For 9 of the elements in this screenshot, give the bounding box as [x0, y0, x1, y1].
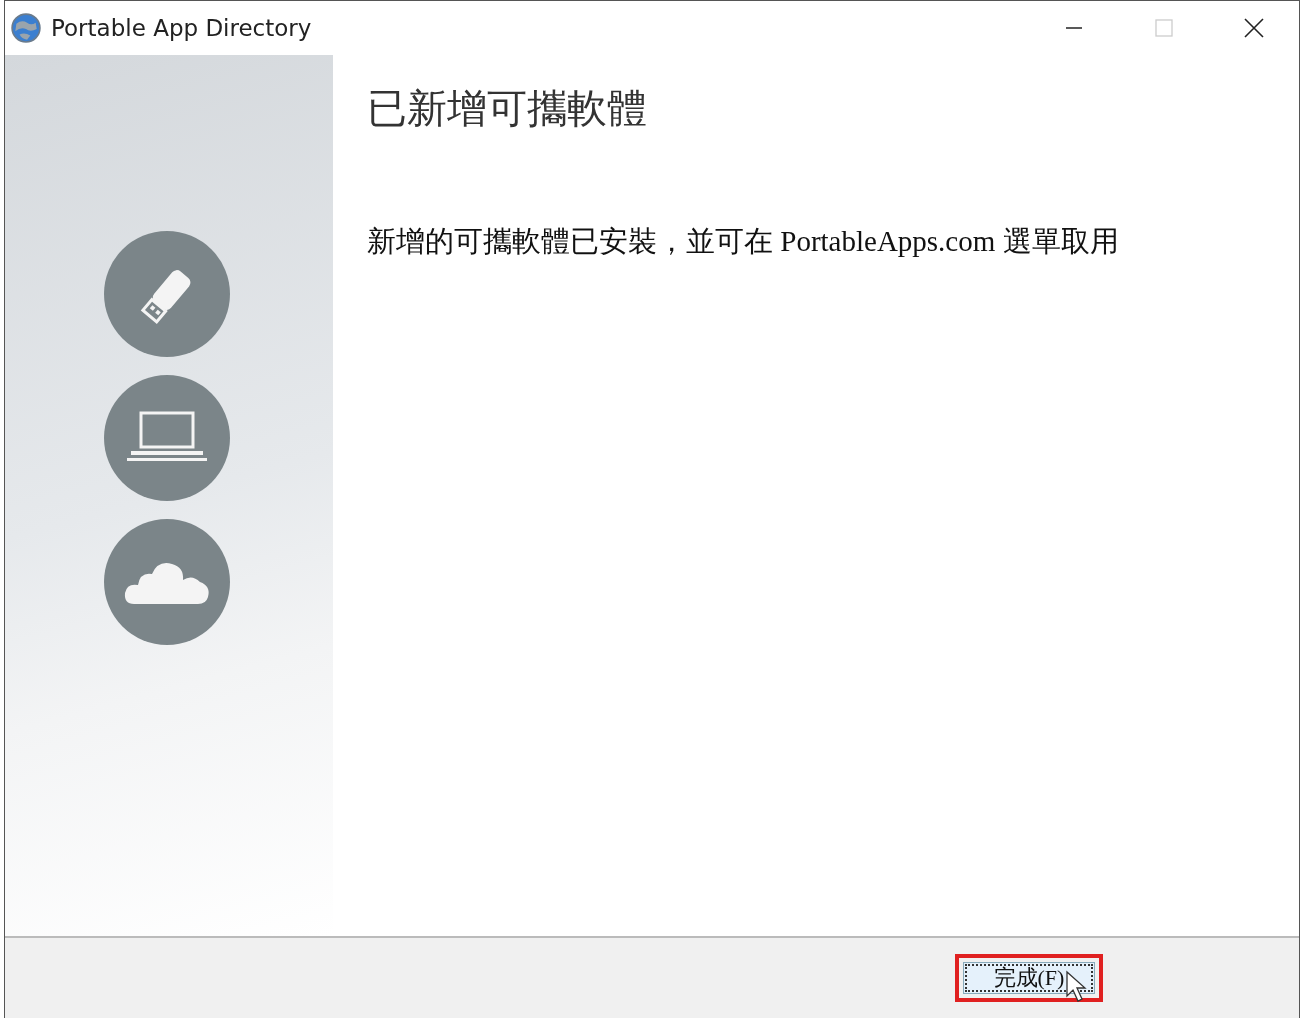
minimize-icon: [1064, 27, 1084, 29]
message-text: 新增的可攜軟體已安裝，並可在 PortableApps.com 選單取用: [367, 224, 1119, 259]
mouse-pointer-icon: [1065, 970, 1089, 1004]
window-title: Portable App Directory: [51, 15, 312, 41]
page-heading: 已新增可攜軟體: [367, 85, 648, 133]
maximize-icon: [1154, 18, 1174, 38]
globe-icon: [11, 13, 41, 43]
close-icon: [1243, 17, 1265, 39]
finish-button[interactable]: 完成(F): [963, 962, 1095, 994]
